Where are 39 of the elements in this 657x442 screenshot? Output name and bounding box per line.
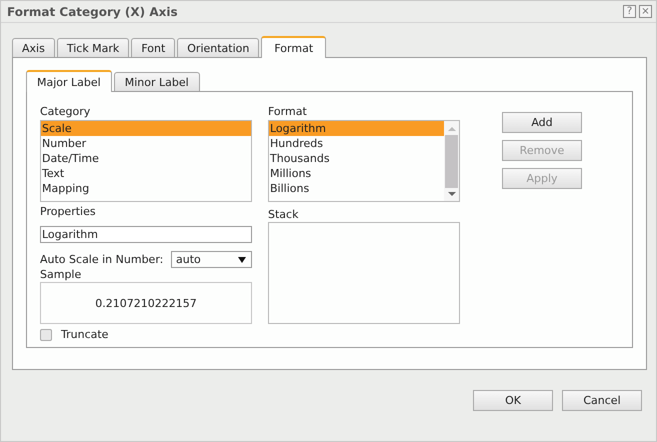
tab[interactable]: Axis	[12, 38, 55, 57]
window-title: Format Category (X) Axis	[7, 4, 178, 18]
list-item[interactable]: Hundreds	[269, 136, 444, 151]
list-item[interactable]: Number	[41, 136, 251, 151]
field-label: Category	[40, 105, 92, 119]
auto-scale-dropdown[interactable]: auto	[171, 251, 252, 268]
help-button[interactable]: ?	[623, 5, 636, 18]
list-item[interactable]: Date/Time	[41, 151, 251, 166]
field-label: Properties	[40, 205, 97, 219]
tab[interactable]: Minor Label	[114, 72, 200, 91]
field-label: Format	[268, 105, 308, 119]
list-item[interactable]: Millions	[269, 166, 444, 181]
list-item[interactable]: Scale	[41, 121, 251, 136]
list-item[interactable]: Thousands	[269, 151, 444, 166]
caret-icon	[238, 256, 246, 262]
side-button[interactable]: Add	[502, 112, 582, 133]
list-item[interactable]: Billions	[269, 181, 444, 196]
tab[interactable]: Tick Mark	[56, 38, 130, 57]
tab[interactable]: Font	[131, 38, 176, 57]
scroll-up-icon[interactable]	[448, 127, 456, 131]
tab[interactable]: Major Label	[26, 70, 112, 92]
field-label: Auto Scale in Number:	[40, 252, 164, 266]
checkbox-label[interactable]: Truncate	[61, 328, 108, 342]
checkbox[interactable]	[40, 329, 52, 341]
cancel-button[interactable]: Cancel	[562, 390, 642, 411]
field-label: Stack	[268, 208, 300, 222]
ok-button[interactable]: OK	[473, 390, 553, 411]
field-label: Sample	[40, 268, 82, 282]
sample-value: 0.2107210222157	[95, 296, 197, 310]
tab[interactable]: Orientation	[177, 38, 260, 57]
scrollbar[interactable]	[444, 121, 459, 201]
list-item[interactable]: Logarithm	[269, 121, 444, 136]
scroll-thumb[interactable]	[445, 135, 458, 188]
close-button[interactable]: ×	[639, 5, 652, 18]
scroll-down-icon[interactable]	[448, 192, 456, 196]
list-item[interactable]: Mapping	[41, 181, 251, 196]
properties-field[interactable]: Logarithm	[40, 226, 252, 243]
list-item[interactable]: Text	[41, 166, 251, 181]
tab[interactable]: Format	[261, 36, 326, 58]
